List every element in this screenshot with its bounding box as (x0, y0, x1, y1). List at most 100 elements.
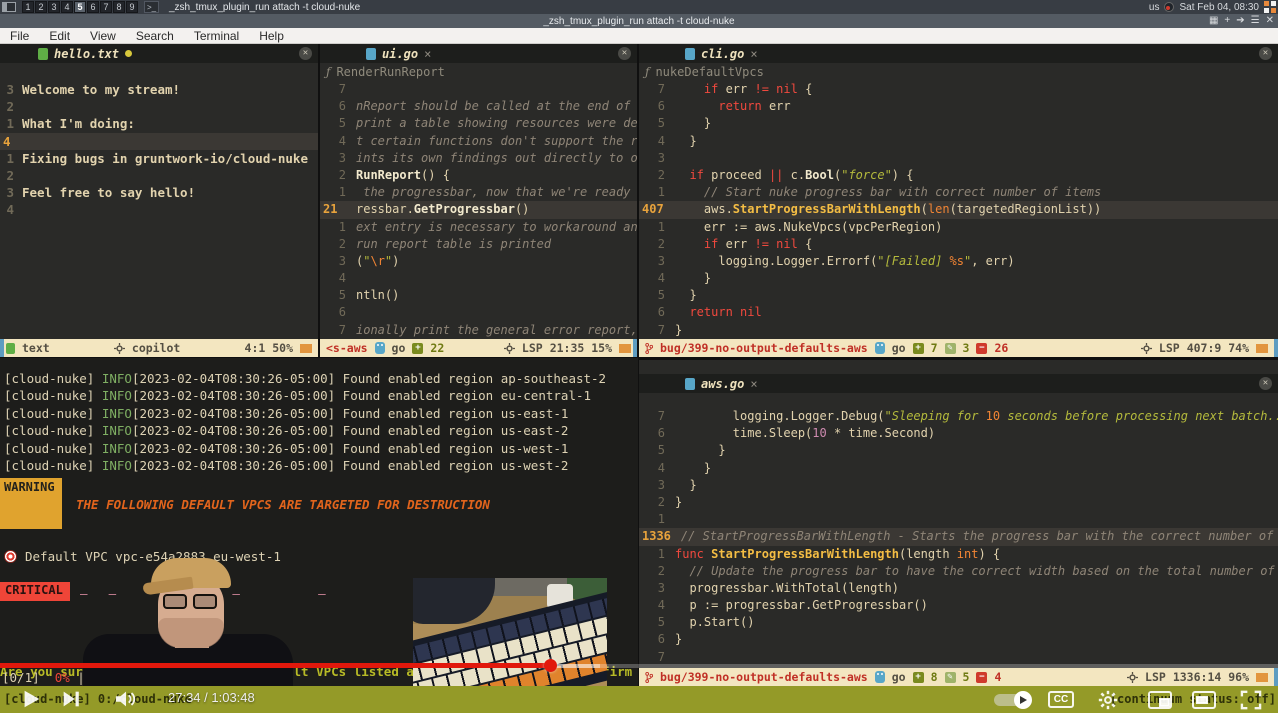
workspace-7[interactable]: 7 (100, 1, 112, 13)
volume-button[interactable] (114, 688, 138, 710)
workspace-2[interactable]: 2 (35, 1, 47, 13)
code-line[interactable]: 6 return nil (639, 304, 1278, 321)
keyboard-layout-indicator[interactable]: us (1149, 2, 1160, 13)
window-titlebar[interactable]: _zsh_tmux_plugin_run attach -t cloud-nuk… (0, 14, 1278, 28)
tab-hello-txt[interactable]: hello.txt (28, 44, 142, 63)
code-line[interactable]: 5ntln() (320, 287, 637, 304)
code-line[interactable]: 5 } (639, 442, 1278, 459)
menu-view[interactable]: View (80, 29, 126, 43)
tile-icon[interactable]: ▦ (1209, 15, 1218, 26)
taskbar-window-title[interactable]: _zsh_tmux_plugin_run attach -t cloud-nuk… (169, 2, 360, 13)
code-line[interactable]: 7} (639, 322, 1278, 339)
settings-gear-icon[interactable] (1098, 690, 1118, 710)
code-line[interactable]: 3 progressbar.WithTotal(length) (639, 580, 1278, 597)
show-desktop-icon[interactable] (1264, 1, 1276, 13)
code-line[interactable]: 5 } (639, 287, 1278, 304)
workspace-6[interactable]: 6 (87, 1, 99, 13)
code-line[interactable]: 2RunReport() { (320, 167, 637, 184)
code-line[interactable]: 6nReport should be called at the end of … (320, 98, 637, 115)
code-line[interactable]: 6 return err (639, 98, 1278, 115)
tab-close-icon[interactable]: × (750, 47, 757, 61)
autoplay-toggle[interactable] (994, 694, 1030, 706)
hello-code[interactable]: 3Welcome to my stream!21What I'm doing:4… (0, 81, 318, 219)
workspace-5[interactable]: 5 (74, 1, 86, 13)
ui-code[interactable]: 76nReport should be called at the end of… (320, 81, 637, 339)
code-line[interactable]: 407 aws.StartProgressBarWithLength(len(t… (639, 201, 1278, 218)
code-line[interactable]: 3("\r") (320, 253, 637, 270)
code-line[interactable]: 4 } (639, 133, 1278, 150)
menu-icon[interactable]: ☰ (1251, 15, 1260, 26)
code-line[interactable]: 3Welcome to my stream! (0, 81, 318, 98)
captions-button[interactable]: CC (1048, 691, 1074, 708)
aws-code[interactable]: 7 logging.Logger.Debug("Sleeping for 10 … (639, 408, 1278, 666)
close-pane-icon[interactable]: ✕ (618, 47, 631, 60)
code-line[interactable]: 3Feel free to say hello! (0, 184, 318, 201)
tab-close-icon[interactable]: × (750, 377, 757, 391)
fullscreen-button[interactable] (1240, 690, 1262, 710)
menu-terminal[interactable]: Terminal (184, 29, 249, 43)
code-line[interactable]: 2 (0, 98, 318, 115)
tab-cli-go[interactable]: cli.go × (675, 44, 768, 63)
pane-scroll-indicator[interactable] (1274, 668, 1278, 686)
code-line[interactable]: 3 logging.Logger.Errorf("[Failed] %s", e… (639, 253, 1278, 270)
code-line[interactable]: 4 p := progressbar.GetProgressbar() (639, 597, 1278, 614)
workspace-3[interactable]: 3 (48, 1, 60, 13)
code-line[interactable]: 1Fixing bugs in gruntwork-io/cloud-nuke (0, 150, 318, 167)
code-line[interactable]: 5 p.Start() (639, 614, 1278, 631)
menu-search[interactable]: Search (126, 29, 184, 43)
seekbar-scrubber[interactable] (544, 659, 557, 672)
code-line[interactable]: 1 (639, 511, 1278, 528)
workspace-9[interactable]: 9 (126, 1, 138, 13)
play-button[interactable] (20, 688, 42, 710)
close-pane-icon[interactable]: ✕ (1259, 47, 1272, 60)
tab-ui-go[interactable]: ui.go × (356, 44, 441, 63)
code-line[interactable]: 3 (639, 150, 1278, 167)
code-line[interactable]: 4 (0, 133, 318, 150)
code-line[interactable]: 1 the progressbar, now that we're ready … (320, 184, 637, 201)
code-line[interactable]: 4 (320, 270, 637, 287)
code-line[interactable]: 1func StartProgressBarWithLength(length … (639, 546, 1278, 563)
code-line[interactable]: 2 if proceed || c.Bool("force") { (639, 167, 1278, 184)
code-line[interactable]: 2 if err != nil { (639, 236, 1278, 253)
workspace-1[interactable]: 1 (22, 1, 34, 13)
workspace-4[interactable]: 4 (61, 1, 73, 13)
code-line[interactable]: 21ressbar.GetProgressbar() (320, 201, 637, 218)
code-line[interactable]: 4 } (639, 460, 1278, 477)
code-line[interactable]: 1 // Start nuke progress bar with correc… (639, 184, 1278, 201)
code-line[interactable]: 6 (320, 304, 637, 321)
close-pane-icon[interactable]: ✕ (299, 47, 312, 60)
tab-aws-go[interactable]: aws.go × (675, 374, 768, 393)
code-line[interactable]: 5 } (639, 115, 1278, 132)
code-line[interactable]: 4 } (639, 270, 1278, 287)
menu-help[interactable]: Help (249, 29, 294, 43)
code-line[interactable]: 4t certain functions don't support the r… (320, 133, 637, 150)
move-icon[interactable]: + (1224, 15, 1230, 26)
code-line[interactable]: 7 logging.Logger.Debug("Sleeping for 10 … (639, 408, 1278, 425)
tab-close-icon[interactable]: × (424, 47, 431, 61)
next-button[interactable] (60, 688, 82, 710)
code-line[interactable]: 6} (639, 631, 1278, 648)
code-line[interactable]: 7 (320, 81, 637, 98)
code-line[interactable]: 2run report table is printed (320, 236, 637, 253)
code-line[interactable]: 1What I'm doing: (0, 115, 318, 132)
close-pane-icon[interactable]: ✕ (1259, 377, 1272, 390)
pane-scroll-indicator[interactable] (1274, 339, 1278, 357)
code-line[interactable]: 1336// StartProgressBarWithLength - Star… (639, 528, 1278, 545)
code-line[interactable]: 2 // Update the progress bar to have the… (639, 563, 1278, 580)
cli-code[interactable]: 7 if err != nil {6 return err5 }4 }32 if… (639, 81, 1278, 339)
miniplayer-button[interactable] (1148, 691, 1172, 709)
code-line[interactable]: 4 (0, 201, 318, 218)
code-line[interactable]: 5print a table showing resources were de… (320, 115, 637, 132)
code-line[interactable]: 3 } (639, 477, 1278, 494)
code-line[interactable]: 2} (639, 494, 1278, 511)
terminal-launcher-icon[interactable]: >_ (144, 1, 159, 13)
pane-scroll-indicator[interactable] (0, 339, 4, 357)
code-line[interactable]: 1 err := aws.NukeVpcs(vpcPerRegion) (639, 219, 1278, 236)
close-window-icon[interactable]: ✕ (1266, 15, 1274, 26)
code-line[interactable]: 1ext entry is necessary to workaround an… (320, 219, 637, 236)
recorder-icon[interactable] (1164, 2, 1174, 12)
code-line[interactable]: 2 (0, 167, 318, 184)
rollup-icon[interactable]: ➔ (1236, 15, 1244, 26)
code-line[interactable]: 3ints its own findings out directly to o… (320, 150, 637, 167)
clock[interactable]: Sat Feb 04, 08:30 (1179, 2, 1259, 13)
